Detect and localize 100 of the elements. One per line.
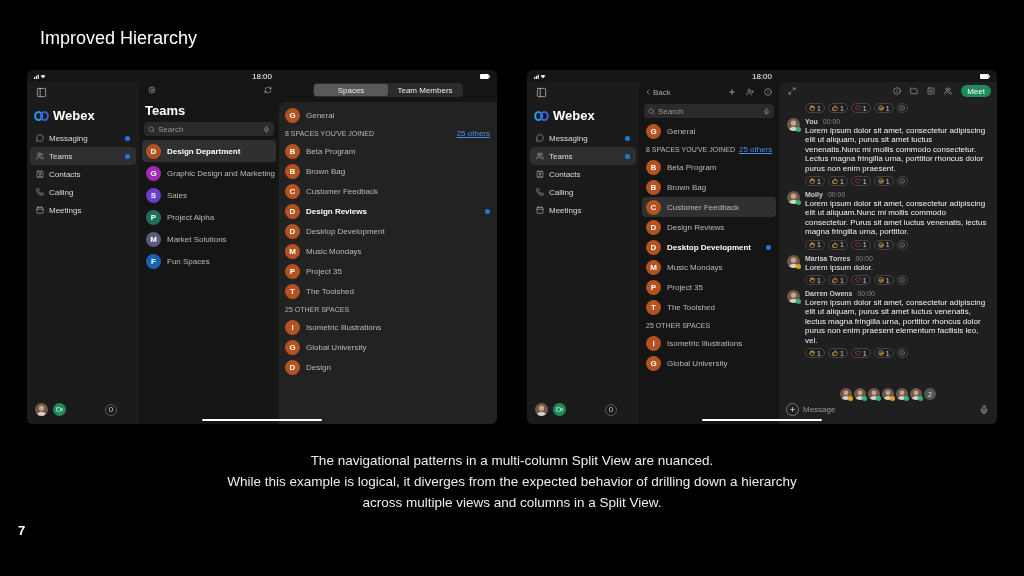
space-name: Music Mondays	[667, 262, 723, 272]
brand-name: Webex	[53, 108, 95, 123]
meet-button[interactable]: Meet	[961, 85, 991, 97]
space-item[interactable]: D Desktop Development	[642, 237, 776, 257]
space-item[interactable]: I Isometric Illustrations	[642, 333, 776, 353]
space-name: Design Reviews	[306, 206, 367, 216]
team-name: Fun Spaces	[167, 256, 210, 266]
space-name: Customer Feedback	[306, 186, 379, 196]
space-name: Design	[306, 362, 331, 372]
letter-avatar: M	[646, 259, 661, 275]
nav-item[interactable]: Contacts	[30, 165, 136, 183]
letter-avatar: B	[285, 143, 300, 159]
search-field[interactable]: Search	[644, 104, 774, 118]
space-name: Customer Feedback	[667, 202, 740, 212]
team-name: Project Alpha	[167, 212, 215, 222]
slide-title: Improved Hierarchy	[40, 27, 199, 50]
others-link[interactable]: 25 others	[456, 128, 490, 138]
space-item[interactable]: B Beta Program	[281, 141, 495, 161]
nav-item[interactable]: Calling	[530, 183, 636, 201]
letter-avatar: M	[146, 231, 161, 247]
status-time: 18:00	[252, 71, 272, 81]
space-item[interactable]: B Brown Bag	[642, 177, 776, 197]
letter-avatar: G	[146, 165, 161, 181]
space-name: The Toolshed	[306, 286, 354, 296]
space-item[interactable]: B Beta Program	[642, 157, 776, 177]
space-item[interactable]: C Customer Feedback	[642, 197, 776, 217]
nav-item[interactable]: Meetings	[530, 201, 636, 219]
others-link[interactable]: 25 others	[739, 144, 773, 154]
space-name: Project 35	[667, 282, 704, 292]
segment-tab[interactable]: Team Members	[388, 84, 462, 96]
space-item[interactable]: M Music Mondays	[642, 257, 776, 277]
space-name: Project 35	[306, 266, 343, 276]
letter-avatar: D	[285, 203, 300, 219]
status-time: 18:00	[752, 71, 772, 81]
space-item[interactable]: G Global University	[281, 337, 495, 357]
letter-avatar: P	[646, 279, 661, 295]
space-name: Isometric Illustrations	[667, 338, 743, 348]
message-field[interactable]: Message	[803, 403, 975, 416]
space-name: Beta Program	[306, 146, 356, 156]
space-name: Desktop Development	[667, 242, 752, 252]
back-button[interactable]: Back	[644, 87, 671, 97]
space-item[interactable]: C Customer Feedback	[281, 181, 495, 201]
team-name: Sales	[167, 190, 187, 200]
message-text: Lorem ipsum dolor sit amet, consectetur adipiscing elit ut aliquam.Nunc mi mollis commodo consectetur. Purus sit amet luctus venenatis, lectus magna fringilla urna, porttitor.	[805, 199, 988, 237]
space-name: Brown Bag	[667, 182, 707, 192]
letter-avatar: F	[146, 253, 161, 269]
team-item[interactable]: S Sales	[142, 184, 276, 206]
letter-avatar: T	[285, 283, 300, 299]
space-item[interactable]: G General	[281, 105, 495, 125]
nav-item[interactable]: Calling	[30, 183, 136, 201]
space-item[interactable]: P Project 35	[642, 277, 776, 297]
space-item[interactable]: G General	[642, 121, 776, 141]
space-name: General	[306, 110, 335, 120]
brand-name: Webex	[553, 108, 595, 123]
message-text: Lorem ipsum dolor sit amet, consectetur adipiscing elit ut aliquam, purus sit amet luctus venenatis.Nunc mi mollis commodo consectetur. Lectus magna fringilla urna, porttitor rhoncus dolor purus non enim praesent.	[805, 126, 987, 174]
space-item[interactable]: D Design	[281, 357, 495, 377]
page-number: 7	[18, 523, 27, 538]
letter-avatar: G	[646, 355, 661, 371]
letter-avatar: P	[146, 209, 161, 225]
letter-avatar: I	[646, 335, 661, 351]
team-item[interactable]: D Design Department	[142, 140, 276, 162]
space-item[interactable]: D Design Reviews	[281, 201, 495, 221]
nav-item[interactable]: Messaging	[530, 129, 636, 147]
nav-item[interactable]: Teams	[530, 147, 636, 165]
nav-item[interactable]: Contacts	[530, 165, 636, 183]
space-name: Global University	[667, 358, 728, 368]
team-item[interactable]: M Market Solutions	[142, 228, 276, 250]
space-item[interactable]: D Desktop Development	[281, 221, 495, 241]
space-item[interactable]: D Design Reviews	[642, 217, 776, 237]
team-item[interactable]: F Fun Spaces	[142, 250, 276, 272]
letter-avatar: C	[285, 183, 300, 199]
nav-item[interactable]: Teams	[30, 147, 136, 165]
team-item[interactable]: G Graphic Design and Marketing	[142, 162, 276, 184]
space-item[interactable]: T The Toolshed	[281, 281, 495, 301]
space-item[interactable]: I Isometric Illustrations	[281, 317, 495, 337]
space-item[interactable]: B Brown Bag	[281, 161, 495, 181]
letter-avatar: I	[285, 319, 300, 335]
letter-avatar: S	[146, 187, 161, 203]
search-field[interactable]: Search	[144, 122, 274, 136]
segment-tab[interactable]: Spaces	[314, 84, 388, 96]
team-item[interactable]: P Project Alpha	[142, 206, 276, 228]
letter-avatar: G	[646, 123, 661, 139]
letter-avatar: T	[646, 299, 661, 315]
team-name: Market Solutions	[167, 234, 227, 244]
space-item[interactable]: G Global University	[642, 353, 776, 373]
space-item[interactable]: P Project 35	[281, 261, 495, 281]
letter-avatar: P	[285, 263, 300, 279]
team-name: Graphic Design and Marketing	[167, 168, 276, 178]
space-name: Music Mondays	[306, 246, 362, 256]
letter-avatar: M	[285, 243, 300, 259]
letter-avatar: D	[646, 239, 661, 255]
space-item[interactable]: M Music Mondays	[281, 241, 495, 261]
slide-caption: The navigational patterns in a multi-column Split View are nuanced. While this example is logical, it diverges from the expected behavior of drilling down a hierarchy across multiple views and columns in a Split View.	[226, 452, 798, 512]
column-title: Teams	[145, 103, 187, 118]
letter-avatar: D	[646, 219, 661, 235]
letter-avatar: B	[646, 179, 661, 195]
space-item[interactable]: T The Toolshed	[642, 297, 776, 317]
nav-item[interactable]: Meetings	[30, 201, 136, 219]
nav-item[interactable]: Messaging	[30, 129, 136, 147]
space-name: The Toolshed	[667, 302, 715, 312]
